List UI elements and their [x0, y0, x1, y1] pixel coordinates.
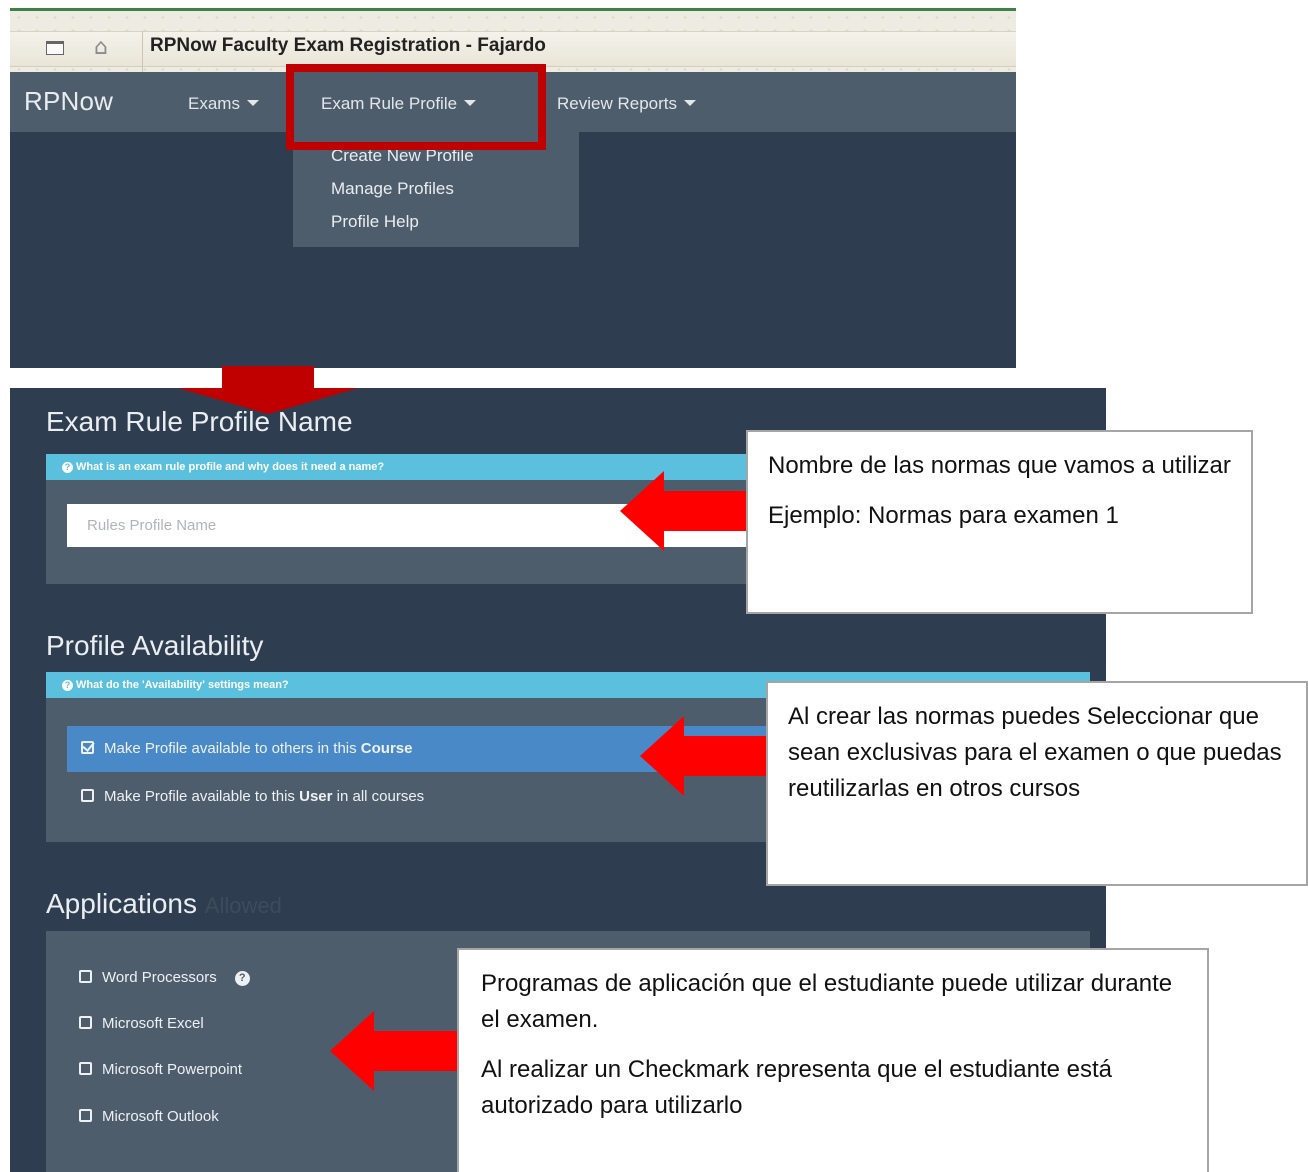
- brand-logo[interactable]: RPNow: [24, 86, 113, 117]
- callout-applications-line1: Programas de aplicación que el estudiant…: [481, 970, 1173, 1033]
- nav-review-reports[interactable]: Review Reports: [557, 94, 696, 114]
- window-icon[interactable]: [46, 41, 64, 55]
- app-microsoft-excel[interactable]: Microsoft Excel: [79, 1015, 204, 1032]
- option-course-prefix: Make Profile available to others in this: [104, 740, 361, 757]
- menu-item-manage-profiles[interactable]: Manage Profiles: [293, 179, 579, 212]
- app-microsoft-powerpoint[interactable]: Microsoft Powerpoint: [79, 1061, 242, 1078]
- app-word-processors[interactable]: Word Processors?: [79, 969, 250, 986]
- red-highlight-box: [286, 64, 546, 150]
- callout-profile-name: Nombre de las normas que vamos a utiliza…: [746, 430, 1253, 614]
- arrow-head: [640, 716, 684, 796]
- callout-applications-line2: Al realizar un Checkmark representa que …: [481, 1056, 1113, 1119]
- checkbox-icon[interactable]: [79, 1109, 92, 1122]
- checkbox-icon[interactable]: [81, 789, 94, 802]
- menu-item-create-new-profile[interactable]: Create New Profile: [293, 146, 579, 179]
- app-label: Microsoft Powerpoint: [102, 1061, 243, 1078]
- callout-applications: Programas de aplicación que el estudiant…: [457, 948, 1209, 1172]
- availability-info-text: What do the 'Availability' settings mean…: [76, 679, 289, 691]
- app-label: Microsoft Outlook: [102, 1108, 219, 1125]
- nav-exams-label: Exams: [188, 94, 240, 113]
- arrow-head: [330, 1011, 374, 1091]
- callout-profile-name-line1: Nombre de las normas que vamos a utiliza…: [768, 452, 1231, 479]
- option-user-prefix: Make Profile available to this: [104, 788, 300, 805]
- red-arrow-left-icon: [620, 471, 746, 551]
- home-icon[interactable]: ⌂: [94, 35, 108, 60]
- nav-review-reports-label: Review Reports: [557, 94, 677, 113]
- menu-item-profile-help[interactable]: Profile Help: [293, 212, 579, 245]
- question-icon: ?: [62, 462, 73, 473]
- top-screenshot: ⌂ RPNow Faculty Exam Registration - Faja…: [10, 8, 1016, 368]
- app-label: Word Processors: [102, 969, 217, 986]
- down-arrow-stem: [222, 366, 314, 388]
- arrow-head: [620, 471, 664, 551]
- browser-tab-title[interactable]: RPNow Faculty Exam Registration - Fajard…: [150, 35, 546, 57]
- option-user-suffix: in all courses: [332, 788, 425, 805]
- red-arrow-left-icon: [640, 716, 766, 796]
- down-arrow-icon: [178, 388, 358, 414]
- checkbox-checked-icon[interactable]: [81, 741, 94, 754]
- callout-profile-name-line2: Ejemplo: Normas para examen 1: [768, 502, 1119, 529]
- applications-title: Applications: [46, 888, 197, 919]
- caret-down-icon: [684, 100, 696, 106]
- checkbox-icon[interactable]: [79, 1016, 92, 1029]
- option-course-bold: Course: [360, 740, 413, 757]
- arrow-body: [683, 736, 766, 776]
- checkbox-icon[interactable]: [79, 1062, 92, 1075]
- app-label: Microsoft Excel: [102, 1015, 204, 1032]
- arrow-body: [373, 1031, 457, 1071]
- callout-availability-text: Al crear las normas puedes Seleccionar q…: [788, 703, 1282, 802]
- option-user-bold: User: [299, 788, 333, 805]
- applications-subtitle: Allowed: [204, 893, 282, 918]
- section-title-profile-availability: Profile Availability: [46, 630, 264, 661]
- red-arrow-left-icon: [330, 1011, 457, 1091]
- callout-availability: Al crear las normas puedes Seleccionar q…: [766, 681, 1308, 886]
- browser-title-bar: ⌂ RPNow Faculty Exam Registration - Faja…: [10, 8, 1016, 75]
- caret-down-icon: [246, 100, 259, 106]
- app-microsoft-outlook[interactable]: Microsoft Outlook: [79, 1108, 219, 1125]
- profile-name-info-text: What is an exam rule profile and why doe…: [76, 461, 385, 473]
- arrow-body: [663, 491, 746, 531]
- nav-exams[interactable]: Exams: [188, 94, 259, 114]
- question-icon: ?: [62, 680, 73, 691]
- checkbox-icon[interactable]: [79, 970, 92, 983]
- help-icon[interactable]: ?: [234, 971, 250, 986]
- section-title-applications: Applications Allowed: [46, 888, 282, 920]
- tab-separator: [142, 31, 143, 75]
